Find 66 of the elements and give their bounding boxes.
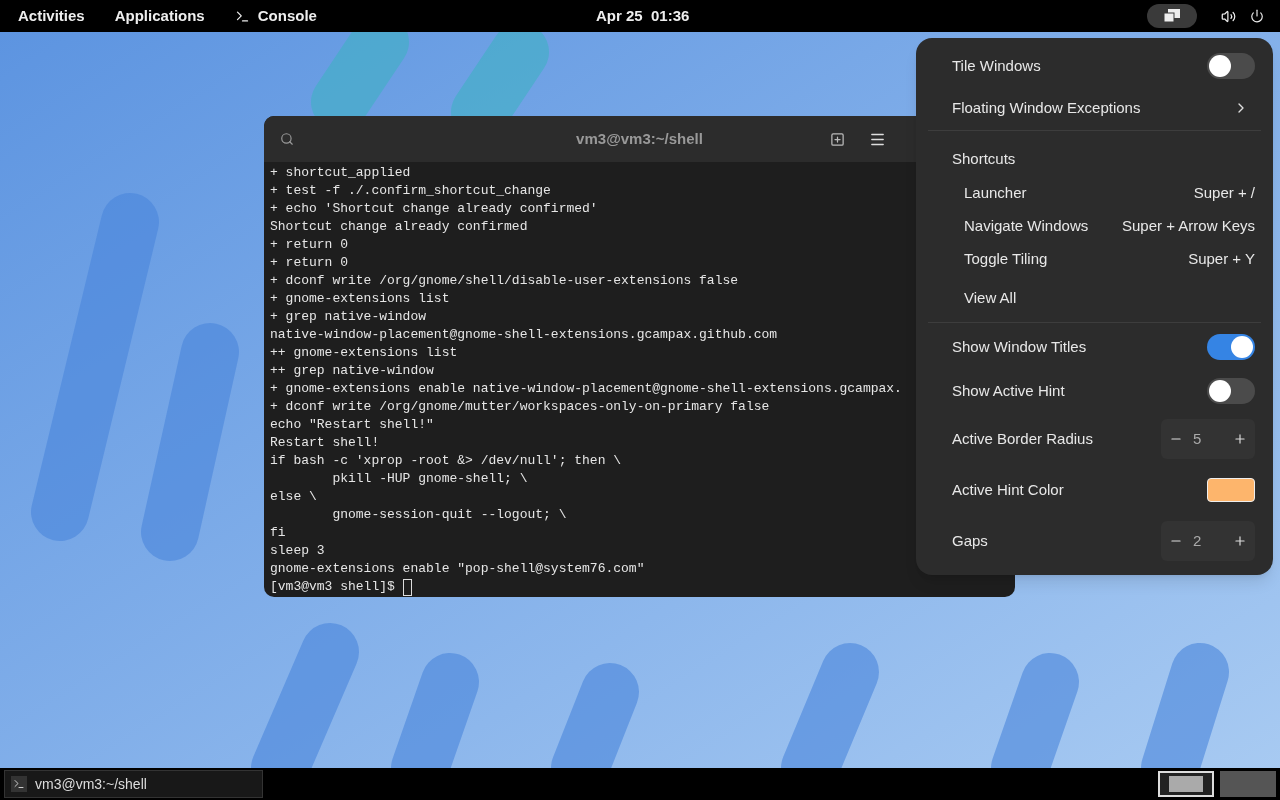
power-icon[interactable] [1250,9,1264,23]
terminal-line: pkill -HUP gnome-shell; \ [331,470,528,488]
terminal-line: echo "Restart shell!" [270,416,434,434]
menu-label: Show Active Hint [952,380,1065,401]
terminal-line: + return 0 [270,254,348,272]
spinner-value: 2 [1193,530,1203,551]
menu-label: Active Hint Color [952,479,1064,500]
menu-label: Show Window Titles [952,336,1087,357]
applications-menu[interactable]: Applications [114,4,205,28]
terminal-line: fi [270,524,286,542]
menu-label: Tile Windows [952,55,1041,76]
window-title: vm3@vm3:~/shell [576,128,703,149]
submenu-item[interactable]: Floating Window Exceptions [916,88,1273,128]
view-all-link[interactable]: View All [964,286,1017,310]
spinner-value: 5 [1193,428,1203,449]
menu-label: Launcher [964,183,1027,204]
new-tab-icon[interactable] [830,131,845,147]
shell-prompt: [vm3@vm3 shell]$ [270,578,396,596]
terminal-line: sleep 3 [270,542,325,560]
workspace-thumbnail[interactable] [1158,771,1214,797]
menu-label: Shortcuts [952,148,1016,169]
app-menu[interactable]: Console [234,4,317,28]
terminal-icon [11,776,27,792]
number-spinner[interactable]: 2 [1161,521,1255,561]
shortcut-keys: Super + Arrow Keys [1122,215,1255,238]
toggle-switch[interactable] [1207,378,1255,404]
volume-icon[interactable] [1221,8,1236,24]
terminal-line: + shortcut_applied [270,164,411,182]
terminal-line: + dconf write /org/gnome/mutter/workspaces-only-on-primary false [270,398,770,416]
shortcut-keys: Super + / [1193,182,1255,205]
number-spinner[interactable]: 5 [1161,419,1255,459]
toggle-switch[interactable] [1207,53,1255,79]
terminal-line: else \ [270,488,317,506]
plus-icon[interactable] [1233,432,1247,446]
terminal-line: ++ gnome-extensions list [270,344,458,362]
windows-icon [1164,9,1180,23]
color-swatch[interactable] [1207,478,1255,502]
terminal-line: ++ grep native-window [270,362,434,380]
plus-icon[interactable] [1233,534,1247,548]
terminal-line: Restart shell! [270,434,380,452]
menu-label: Gaps [952,530,988,551]
menu-label: Toggle Tiling [964,249,1048,270]
terminal-line: + return 0 [270,236,348,254]
terminal-line: gnome-session-quit --logout; \ [331,506,567,524]
terminal-line: + echo 'Shortcut change already confirmed' [270,200,598,218]
terminal-line: + dconf write /org/gnome/shell/disable-user-extensions false [270,272,739,290]
terminal-line: native-window-placement@gnome-shell-extensions.gcampax.github.com [270,326,778,344]
activities-button[interactable]: Activities [18,4,85,28]
menu-label: Navigate Windows [964,216,1089,237]
terminal-line: if bash -c 'xprop -root &> /dev/null'; then \ [270,452,622,470]
shortcut-keys: Super + Y [1188,248,1255,271]
toggle-switch[interactable] [1207,334,1255,360]
terminal-line: gnome-extensions enable "pop-shell@system76.com" [270,560,645,578]
text-cursor [402,578,412,596]
taskbar-window-button[interactable]: vm3@vm3:~/shell [4,770,263,798]
terminal-line: + gnome-extensions list [270,290,450,308]
menu-label: Active Border Radius [952,428,1093,449]
terminal-line: + gnome-extensions enable native-window-placement@gnome-shell-extensions.gcampax. [270,380,902,398]
extension-indicator[interactable] [1147,4,1197,28]
terminal-line: + grep native-window [270,308,427,326]
search-icon[interactable] [280,132,294,146]
clock[interactable]: Apr 25 01:36 [596,4,690,28]
terminal-line: + test -f ./.confirm_shortcut_change [270,182,551,200]
workspace-thumbnail[interactable] [1220,771,1276,797]
terminal-line: Shortcut change already confirmed [270,218,528,236]
terminal-icon [234,8,250,24]
